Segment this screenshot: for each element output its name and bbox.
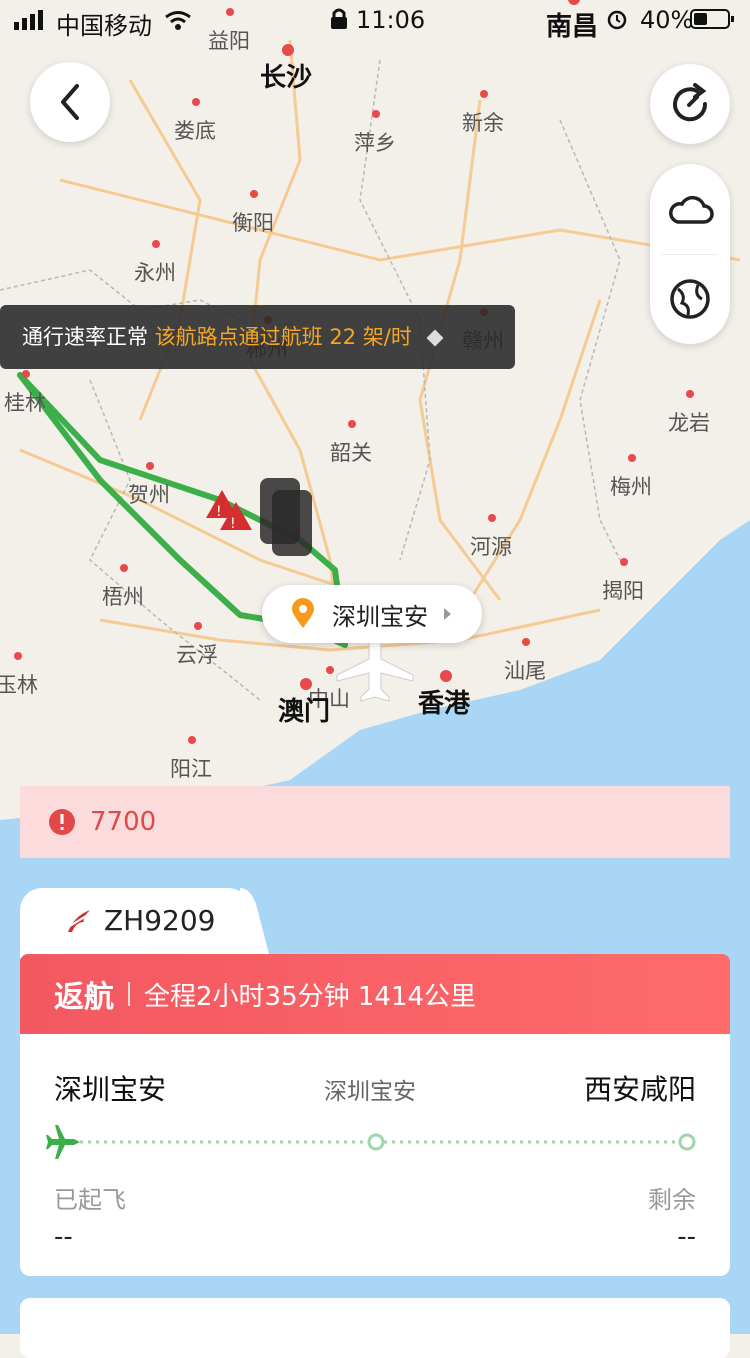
city-label: 长沙 (260, 63, 312, 93)
city-dot (282, 44, 294, 56)
city-dot (326, 666, 334, 674)
city-dot (488, 514, 496, 522)
remaining-value: -- (677, 1222, 696, 1252)
city-label: 贺州 (128, 483, 170, 507)
departed-plane-icon (46, 1125, 80, 1159)
city-label: 阳江 (170, 757, 212, 781)
lock-icon (331, 8, 347, 29)
city-label: 揭阳 (602, 579, 644, 603)
bottom-sheet[interactable] (20, 1298, 730, 1358)
city-dot (188, 736, 196, 744)
chevron-left-icon (61, 84, 79, 120)
city-dot (250, 190, 258, 198)
city-dot (22, 370, 30, 378)
globe-icon (670, 278, 710, 319)
city-label: 新余 (462, 111, 504, 135)
flight-status: 返航 (54, 980, 114, 1015)
flight-progress (46, 1125, 696, 1159)
flight-number: ZH9209 (104, 904, 216, 937)
city-dot (194, 622, 202, 630)
signal-icon (14, 10, 43, 30)
globe-button[interactable] (668, 255, 712, 343)
city-label: 萍乡 (354, 131, 396, 155)
alert-icon (49, 809, 75, 835)
refresh-button[interactable] (650, 64, 730, 144)
svg-text:!: ! (230, 516, 236, 532)
status-bar: 中国移动 11:06 40% (0, 0, 750, 44)
city-dot (480, 90, 488, 98)
city-dot (628, 454, 636, 462)
clock-time: 11:06 (356, 6, 426, 34)
flight-status-header: 返航 全程2小时35分钟 1414公里 (20, 954, 730, 1034)
city-dot (620, 558, 628, 566)
close-icon[interactable] (426, 329, 444, 347)
map-tools-panel (650, 164, 730, 344)
city-dot (152, 240, 160, 248)
city-label: 韶关 (330, 441, 372, 465)
flight-route-card[interactable]: 深圳宝安 深圳宝安 西安咸阳 已起飞 -- 剩余 -- (20, 1034, 730, 1276)
tab-corner (240, 888, 270, 958)
city-label: 玉林 (0, 673, 38, 697)
remaining-label: 剩余 (648, 1186, 696, 1214)
back-button[interactable] (30, 62, 110, 142)
city-label: 香港 (418, 689, 471, 719)
current-airport: 深圳宝安 (324, 1079, 416, 1105)
departed-value: -- (54, 1222, 73, 1252)
city-label: 云浮 (176, 643, 218, 667)
city-label: 汕尾 (504, 659, 546, 683)
battery-icon (690, 9, 734, 29)
refresh-icon (673, 83, 708, 122)
squawk-code: 7700 (90, 807, 157, 837)
airport-location-label: 深圳宝安 (332, 602, 428, 631)
city-dot (440, 670, 452, 682)
city-dot (348, 420, 356, 428)
alarm-icon (607, 10, 627, 30)
departed-label: 已起飞 (54, 1186, 126, 1214)
city-dot (522, 638, 530, 646)
city-dot (120, 564, 128, 572)
city-label: 永州 (134, 261, 176, 285)
flight-number-tab[interactable]: ZH9209 (20, 888, 250, 958)
carrier-name: 中国移动 (56, 12, 152, 40)
city-dot (300, 678, 312, 690)
destination-airport: 西安咸阳 (583, 1073, 696, 1106)
flight-summary: 全程2小时35分钟 1414公里 (144, 981, 477, 1012)
divider (128, 982, 130, 1006)
origin-airport: 深圳宝安 (54, 1073, 167, 1106)
city-label: 梅州 (610, 475, 652, 499)
chevron-right-icon (444, 608, 451, 620)
city-dot (146, 462, 154, 470)
city-label: 桂林 (4, 391, 46, 415)
city-label: 娄底 (174, 119, 216, 143)
city-label: 梧州 (102, 585, 144, 609)
airway-traffic-banner[interactable]: 通行速率正常 该航路点通过航班 22 架/时 (0, 305, 515, 369)
svg-text:!: ! (216, 504, 222, 520)
banner-normal-text: 通行速率正常 (22, 325, 148, 349)
city-dot (192, 98, 200, 106)
wifi-icon (165, 11, 191, 30)
airline-logo-icon (68, 910, 90, 932)
banner-highlight-text: 该航路点通过航班 22 架/时 (154, 325, 412, 349)
city-dot (372, 110, 380, 118)
map-pin-icon (292, 598, 314, 628)
cloud-icon (669, 195, 714, 224)
city-label: 澳门 (278, 697, 330, 727)
city-label: 河源 (470, 535, 512, 559)
city-dot (686, 390, 694, 398)
weather-button[interactable] (662, 166, 718, 255)
airport-location-pill[interactable]: 深圳宝安 (262, 585, 482, 643)
battery-percent: 40% (640, 6, 694, 34)
city-label: 龙岩 (668, 411, 710, 435)
city-label: 衡阳 (232, 211, 274, 235)
squawk-alert-bar[interactable]: 7700 (20, 786, 730, 858)
city-dot (14, 652, 22, 660)
